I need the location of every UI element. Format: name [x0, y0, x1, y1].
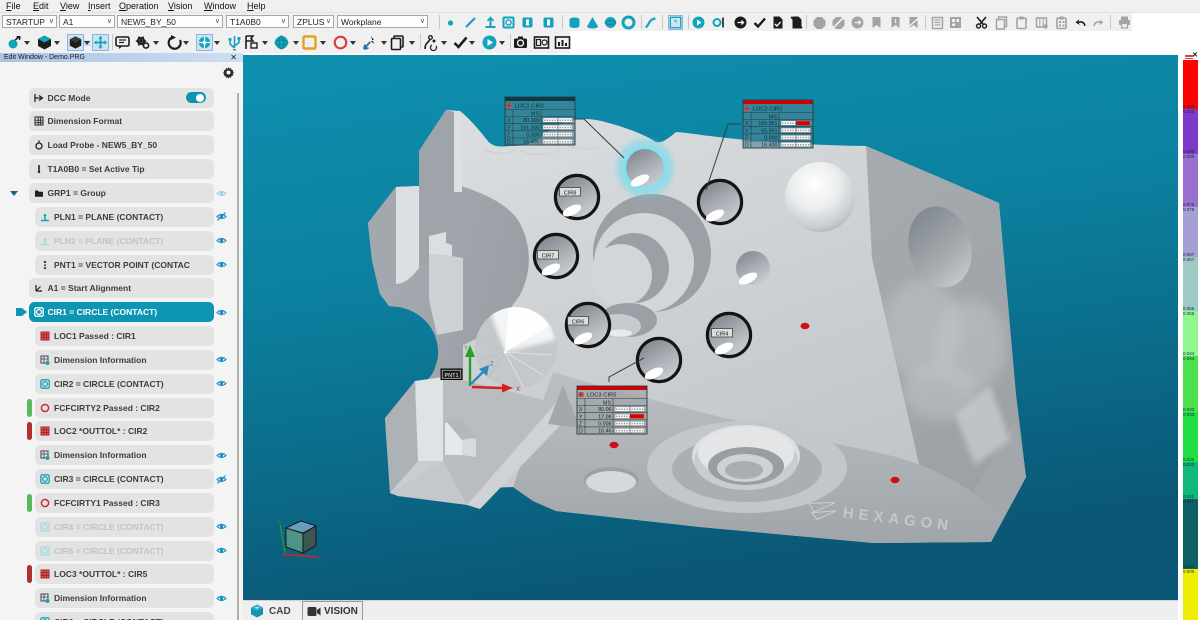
svg-text:LOC2 CIR2: LOC2 CIR2: [753, 107, 783, 113]
svg-text:LOC1 CIR1: LOC1 CIR1: [515, 104, 545, 110]
svg-text:16.400: 16.400: [523, 140, 539, 146]
svg-text:80.06: 80.06: [598, 407, 611, 413]
svg-text:X: X: [507, 118, 511, 124]
svg-text:161.300: 161.300: [520, 125, 539, 131]
svg-text:D: D: [745, 143, 749, 149]
svg-text:*: *: [673, 17, 677, 27]
svg-text:D: D: [579, 429, 583, 435]
svg-text:Y: Y: [464, 346, 468, 352]
svg-text:x: x: [319, 557, 322, 563]
svg-text:CIR6: CIR6: [572, 319, 585, 325]
svg-text:LOC3 CIR5: LOC3 CIR5: [587, 393, 617, 399]
svg-text:CIR8: CIR8: [564, 190, 577, 196]
svg-text:X: X: [516, 387, 520, 393]
svg-text:17.06: 17.06: [598, 414, 611, 420]
svg-text:Y: Y: [579, 414, 583, 420]
svg-text:Y: Y: [745, 128, 749, 134]
svg-text:X: X: [745, 121, 749, 127]
svg-text:X: X: [579, 407, 583, 413]
svg-text:Y: Y: [507, 125, 511, 131]
svg-text:Z: Z: [490, 362, 494, 368]
svg-text:CIR4: CIR4: [716, 331, 729, 337]
svg-text:65.951: 65.951: [761, 128, 777, 134]
svg-text:16.46: 16.46: [598, 429, 611, 435]
svg-text:165.951: 165.951: [758, 121, 777, 127]
svg-text:CIR7: CIR7: [542, 253, 555, 259]
svg-text:0.300: 0.300: [526, 132, 539, 138]
svg-text:0.006: 0.006: [598, 421, 611, 427]
svg-text:0.000: 0.000: [764, 135, 777, 141]
svg-text:16.400: 16.400: [761, 143, 777, 149]
svg-text:80.300: 80.300: [523, 118, 539, 124]
svg-text:y: y: [277, 518, 280, 524]
svg-text:PNT1: PNT1: [444, 373, 458, 379]
svg-text:D: D: [507, 140, 511, 146]
